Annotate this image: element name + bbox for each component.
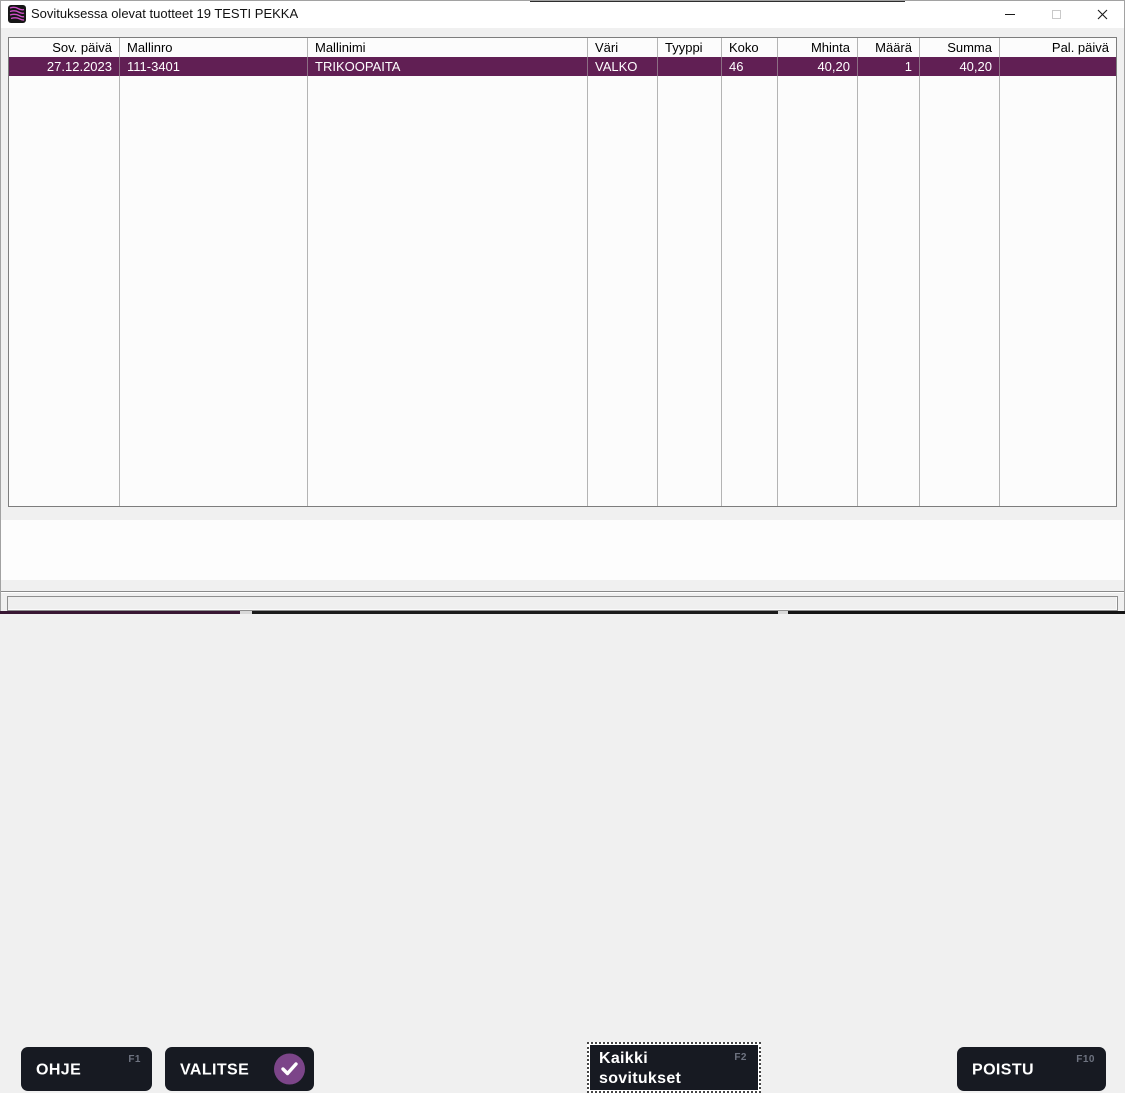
- column-header-vari: Väri: [588, 38, 658, 57]
- table-filler-column: [920, 76, 1000, 506]
- table-row-cell-vari[interactable]: VALKO: [588, 57, 658, 76]
- column-header-pal-paiva: Pal. päivä: [1000, 38, 1116, 57]
- close-icon: [1097, 9, 1108, 20]
- column-header-mallinro: Mallinro: [120, 38, 308, 57]
- table-filler-column: [1000, 76, 1116, 506]
- ohje-shortcut-label: F1: [128, 1054, 141, 1065]
- table-filler-column: [120, 76, 308, 506]
- maximize-button[interactable]: [1033, 0, 1079, 28]
- column-header-koko: Koko: [722, 38, 778, 57]
- products-table: Sov. päivä Mallinro Mallinimi Väri Tyypp…: [8, 37, 1117, 507]
- table-row-cell-summa[interactable]: 40,20: [920, 57, 1000, 76]
- minimize-button[interactable]: [987, 0, 1033, 28]
- titlebar: Sovituksessa olevat tuotteet 19 TESTI PE…: [0, 0, 1125, 28]
- kaikki-label-line1: Kaikki: [599, 1049, 749, 1069]
- background-window-sliver: [530, 0, 905, 2]
- table-filler-column: [658, 76, 722, 506]
- column-header-maara: Määrä: [858, 38, 920, 57]
- window-title: Sovituksessa olevat tuotteet 19 TESTI PE…: [31, 0, 298, 28]
- table-row-cell-sov-paiva[interactable]: 27.12.2023: [9, 57, 120, 76]
- statusbar-divider: [0, 591, 1125, 593]
- kaikki-label-line2: sovitukset: [599, 1069, 749, 1089]
- column-header-mhinta: Mhinta: [778, 38, 858, 57]
- valitse-button-label: VALITSE: [180, 1061, 249, 1079]
- ohje-button[interactable]: OHJE F1: [21, 1047, 152, 1091]
- table-filler-column: [308, 76, 588, 506]
- table-row-cell-pal-paiva[interactable]: [1000, 57, 1116, 76]
- table-row-cell-maara[interactable]: 1: [858, 57, 920, 76]
- table-row-cell-mallinimi[interactable]: TRIKOOPAITA: [308, 57, 588, 76]
- column-header-mallinimi: Mallinimi: [308, 38, 588, 57]
- table-row-cell-tyyppi[interactable]: [658, 57, 722, 76]
- window-controls: [987, 0, 1125, 28]
- table-filler-column: [722, 76, 778, 506]
- ohje-button-label: OHJE: [36, 1061, 81, 1079]
- kaikki-sovitukset-button-face: Kaikki sovitukset F2: [590, 1045, 758, 1090]
- poistu-button-label: POISTU: [972, 1061, 1034, 1079]
- kaikki-sovitukset-button[interactable]: Kaikki sovitukset F2: [587, 1042, 761, 1093]
- poistu-shortcut-label: F10: [1076, 1054, 1095, 1065]
- status-field: [7, 596, 1118, 611]
- table-filler-column: [858, 76, 920, 506]
- poistu-button[interactable]: POISTU F10: [957, 1047, 1106, 1091]
- column-header-sov-paiva: Sov. päivä: [9, 38, 120, 57]
- kaikki-shortcut-label: F2: [734, 1052, 747, 1063]
- table-filler-column: [9, 76, 120, 506]
- column-header-summa: Summa: [920, 38, 1000, 57]
- close-button[interactable]: [1079, 0, 1125, 28]
- table-row-cell-mallinro[interactable]: 111-3401: [120, 57, 308, 76]
- check-icon: [274, 1054, 305, 1085]
- maximize-icon: [1052, 10, 1061, 19]
- valitse-button[interactable]: VALITSE: [165, 1047, 314, 1091]
- app-logo-icon: [8, 5, 26, 23]
- table-filler-column: [588, 76, 658, 506]
- button-bar: OHJE F1 VALITSE Kaikki sovitukset F2 POI…: [1, 520, 1124, 580]
- table-row-cell-mhinta[interactable]: 40,20: [778, 57, 858, 76]
- table-filler-column: [778, 76, 858, 506]
- table-row-cell-koko[interactable]: 46: [722, 57, 778, 76]
- minimize-icon: [1005, 14, 1015, 15]
- column-header-tyyppi: Tyyppi: [658, 38, 722, 57]
